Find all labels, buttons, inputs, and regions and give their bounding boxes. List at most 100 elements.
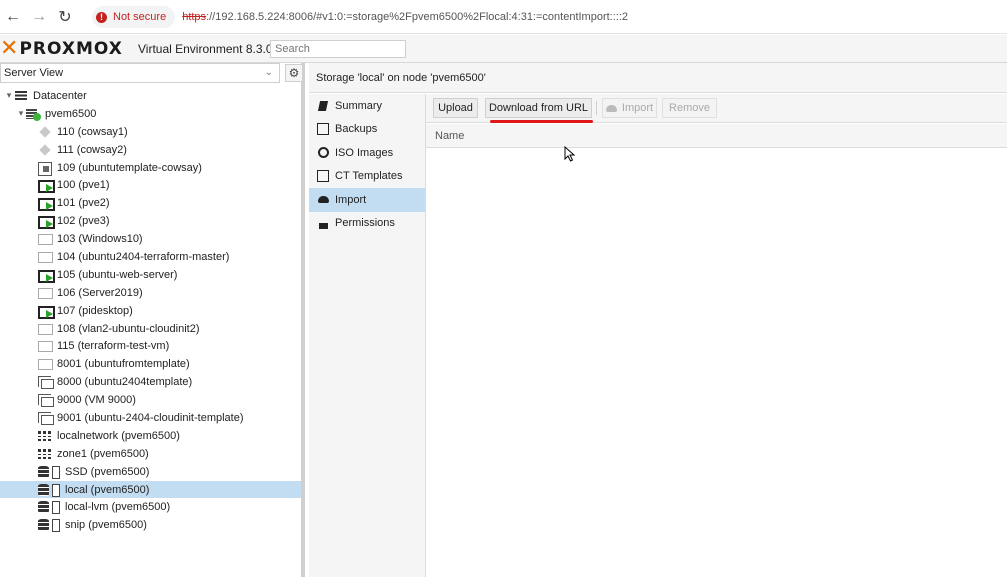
tree-item-container-template[interactable]: 109 (ubuntutemplate-cowsay) bbox=[0, 159, 301, 177]
import-button[interactable]: Import bbox=[602, 98, 657, 118]
tab-import[interactable]: Import bbox=[309, 188, 425, 212]
tree-item-label: 9001 (ubuntu-2404-cloudinit-template) bbox=[57, 411, 244, 424]
disc-icon bbox=[317, 147, 329, 159]
vm-stopped-icon bbox=[38, 287, 53, 299]
tree-item-vm[interactable]: 102 (pve3) bbox=[0, 212, 301, 230]
view-selector-value: Server View bbox=[4, 67, 64, 79]
vm-running-icon bbox=[38, 179, 55, 194]
gear-icon[interactable]: ⚙ bbox=[285, 64, 303, 82]
address-bar[interactable]: ! Not secure https://192.168.5.224:8006/… bbox=[92, 6, 997, 28]
tree-item-datacenter[interactable]: ▾ Datacenter bbox=[0, 87, 301, 105]
tab-iso-images[interactable]: ISO Images bbox=[309, 141, 425, 165]
download-from-url-button[interactable]: Download from URL bbox=[485, 98, 592, 118]
resource-tree: ▾ Datacenter ▾ pvem6500 110 (cowsay1) 11… bbox=[0, 87, 301, 534]
book-icon bbox=[317, 100, 329, 112]
tree-item-storage[interactable]: local-lvm (pvem6500) bbox=[0, 498, 301, 516]
column-header-name[interactable]: Name bbox=[435, 130, 464, 142]
content-panel: Storage 'local' on node 'pvem6500' Summa… bbox=[309, 63, 1007, 577]
collapse-icon[interactable]: ▾ bbox=[4, 90, 14, 101]
url-text[interactable]: https://192.168.5.224:8006/#v1:0:=storag… bbox=[182, 11, 628, 23]
forward-arrow-icon[interactable]: → bbox=[28, 6, 50, 28]
tree-item-sdn[interactable]: zone1 (pvem6500) bbox=[0, 445, 301, 463]
tree-item-sdn[interactable]: localnetwork (pvem6500) bbox=[0, 427, 301, 445]
remove-button[interactable]: Remove bbox=[662, 98, 717, 118]
vm-running-icon bbox=[38, 305, 55, 319]
tree-item-label: 9000 (VM 9000) bbox=[57, 394, 136, 407]
browser-toolbar: ← → ↻ ! Not secure https://192.168.5.224… bbox=[0, 0, 1007, 34]
page-title: Storage 'local' on node 'pvem6500' bbox=[309, 63, 1007, 93]
collapse-icon[interactable]: ▾ bbox=[16, 108, 26, 119]
security-chip[interactable]: ! Not secure bbox=[92, 6, 176, 28]
tab-label: Permissions bbox=[335, 217, 395, 230]
tree-item-vm-template[interactable]: 8000 (ubuntu2404template) bbox=[0, 373, 301, 391]
tree-item-vm[interactable]: 105 (ubuntu-web-server) bbox=[0, 266, 301, 284]
container-icon bbox=[38, 144, 52, 156]
tree-item-vm[interactable]: 100 (pve1) bbox=[0, 176, 301, 194]
tree-item-label: 103 (Windows10) bbox=[57, 233, 143, 246]
import-button-label: Import bbox=[621, 102, 654, 114]
tree-item-label: 115 (terraform-test-vm) bbox=[57, 340, 170, 353]
tab-summary[interactable]: Summary bbox=[309, 94, 425, 118]
search-input[interactable] bbox=[270, 40, 406, 58]
tree-item-storage[interactable]: SSD (pvem6500) bbox=[0, 463, 301, 481]
tree-item-label: localnetwork (pvem6500) bbox=[57, 429, 180, 442]
sdn-icon bbox=[38, 430, 52, 442]
tree-item-label: pvem6500 bbox=[45, 107, 97, 120]
tree-item-label: 100 (pve1) bbox=[57, 179, 110, 192]
app-header: ✕ PROXMOX Virtual Environment 8.3.0 bbox=[0, 35, 1007, 63]
tree-item-label: 8000 (ubuntu2404template) bbox=[57, 376, 193, 389]
storage-icon bbox=[38, 501, 60, 515]
tree-item-vm[interactable]: 115 (terraform-test-vm) bbox=[0, 337, 301, 355]
tree-item-vm[interactable]: 8001 (ubuntufromtemplate) bbox=[0, 355, 301, 373]
url-scheme: https bbox=[182, 11, 207, 23]
tree-item-label: 104 (ubuntu2404-terraform-master) bbox=[57, 250, 230, 263]
grid-header: Name bbox=[426, 124, 1007, 148]
tree-item-label: 102 (pve3) bbox=[57, 215, 110, 228]
vm-stopped-icon bbox=[38, 358, 53, 371]
container-icon bbox=[38, 126, 52, 138]
vm-stopped-icon bbox=[38, 340, 53, 353]
unlock-icon bbox=[317, 217, 329, 229]
tree-item-vm[interactable]: 104 (ubuntu2404-terraform-master) bbox=[0, 248, 301, 266]
upload-button[interactable]: Upload bbox=[433, 98, 478, 118]
logo-text: PROXMOX bbox=[19, 39, 123, 59]
tab-ct-templates[interactable]: CT Templates bbox=[309, 165, 425, 189]
tab-label: ISO Images bbox=[335, 146, 394, 159]
tree-item-vm[interactable]: 103 (Windows10) bbox=[0, 230, 301, 248]
tree-item-label: local-lvm (pvem6500) bbox=[65, 501, 171, 514]
tree-item-label: 105 (ubuntu-web-server) bbox=[57, 268, 178, 281]
tree-item-container[interactable]: 110 (cowsay1) bbox=[0, 123, 301, 141]
tab-backups[interactable]: Backups bbox=[309, 118, 425, 142]
view-selector[interactable]: Server View ⌄ bbox=[0, 63, 280, 83]
warning-icon: ! bbox=[96, 11, 107, 23]
vm-running-icon bbox=[38, 215, 55, 230]
vm-running-icon bbox=[38, 197, 55, 212]
toolbar-separator bbox=[596, 101, 597, 115]
annotation-underline bbox=[490, 120, 593, 123]
back-arrow-icon[interactable]: ← bbox=[2, 6, 24, 28]
url-rest: ://192.168.5.224:8006/#v1:0:=storage%2Fp… bbox=[206, 11, 629, 23]
app-title: Virtual Environment 8.3.0 bbox=[138, 42, 273, 56]
tree-item-label: 106 (Server2019) bbox=[57, 286, 143, 299]
tree-item-vm[interactable]: 107 (pidesktop) bbox=[0, 302, 301, 320]
vm-stopped-icon bbox=[38, 323, 53, 335]
cloud-icon bbox=[317, 194, 329, 206]
tree-item-container[interactable]: 111 (cowsay2) bbox=[0, 141, 301, 159]
tree-item-label: snip (pvem6500) bbox=[65, 519, 147, 532]
tree-item-vm-template[interactable]: 9001 (ubuntu-2404-cloudinit-template) bbox=[0, 409, 301, 427]
tree-item-vm[interactable]: 101 (pve2) bbox=[0, 194, 301, 212]
tree-item-storage[interactable]: snip (pvem6500) bbox=[0, 516, 301, 534]
tree-item-storage-selected[interactable]: local (pvem6500) bbox=[0, 480, 301, 499]
tree-item-vm-template[interactable]: 9000 (VM 9000) bbox=[0, 391, 301, 409]
tree-item-label: 110 (cowsay1) bbox=[57, 125, 128, 138]
tree-item-vm[interactable]: 108 (vlan2-ubuntu-cloudinit2) bbox=[0, 320, 301, 338]
reload-icon[interactable]: ↻ bbox=[54, 6, 76, 28]
vm-stopped-icon bbox=[38, 251, 53, 263]
cloud-icon bbox=[605, 104, 617, 112]
tab-permissions[interactable]: Permissions bbox=[309, 212, 425, 236]
mouse-cursor-icon bbox=[564, 146, 576, 162]
tree-item-vm[interactable]: 106 (Server2019) bbox=[0, 284, 301, 302]
resource-tree-panel: Server View ⌄ ⚙ ▾ Datacenter ▾ pvem6500 … bbox=[0, 63, 305, 577]
tab-label: Summary bbox=[335, 99, 383, 112]
tree-item-node[interactable]: ▾ pvem6500 bbox=[0, 105, 301, 123]
